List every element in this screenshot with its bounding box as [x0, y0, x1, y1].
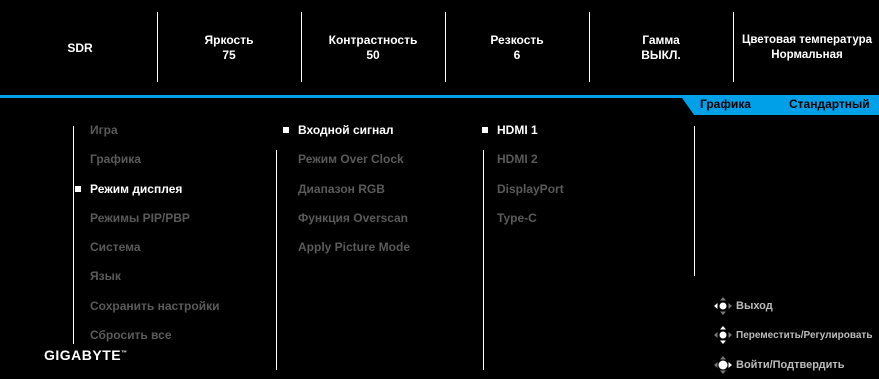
sharpness-status: Резкость 6 [448, 10, 586, 86]
gamma-label: Гамма [642, 33, 680, 47]
submenu-item-overclock[interactable]: Режим Over Clock [298, 151, 410, 180]
section-tab: Графика Стандартный [680, 95, 879, 115]
submenu-item-input-signal[interactable]: Входной сигнал [283, 122, 410, 151]
input-option-hdmi1[interactable]: HDMI 1 [482, 122, 564, 151]
divider [733, 12, 734, 82]
status-bar: SDR Яркость 75 Контрастность 50 Резкость… [0, 0, 879, 96]
column-divider [73, 126, 74, 344]
input-options: HDMI 1 HDMI 2 DisplayPort Type-C [482, 122, 564, 239]
joystick-left-icon [714, 297, 732, 315]
selected-marker [482, 127, 488, 133]
menu-item-label: Режим дисплея [90, 181, 183, 196]
divider [301, 12, 302, 82]
submenu-item-label: Входной сигнал [298, 123, 394, 137]
color-temp-status: Цветовая температура Нормальная [735, 10, 879, 86]
contrast-value: 50 [366, 48, 380, 62]
submenu-item-apply-picture-mode[interactable]: Apply Picture Mode [298, 239, 410, 268]
gigabyte-logo: GIGABYTE™ [44, 347, 128, 363]
hint-exit: Выход [713, 296, 773, 316]
selected-marker [75, 185, 81, 192]
joystick-press-icon [714, 356, 732, 374]
sharpness-value: 6 [513, 48, 521, 62]
joystick-updown-icon [714, 326, 732, 344]
selected-marker [283, 127, 289, 133]
column-divider [483, 150, 484, 370]
menu-item-pip-pbp[interactable]: Режимы PIP/PBP [90, 210, 219, 239]
brightness-value: 75 [222, 48, 236, 62]
input-option-displayport[interactable]: DisplayPort [497, 181, 564, 210]
section-label: Графика [700, 97, 751, 111]
input-option-type-c[interactable]: Type-C [497, 210, 564, 239]
column-divider [276, 150, 277, 370]
hint-move-label: Переместить/Регулировать [736, 329, 873, 341]
hdr-mode-value: SDR [67, 40, 93, 55]
submenu: Входной сигнал Режим Over Clock Диапазон… [283, 122, 410, 268]
menu-item-graphics[interactable]: Графика [90, 151, 219, 180]
menu-item-game[interactable]: Игра [90, 122, 219, 151]
divider [445, 12, 446, 82]
menu-item-save-settings[interactable]: Сохранить настройки [90, 298, 219, 327]
color-temp-value: Нормальная [771, 49, 843, 61]
hint-move: Переместить/Регулировать [713, 325, 872, 345]
main-menu: Игра Графика Режим дисплея Режимы PIP/PB… [75, 122, 219, 356]
contrast-status: Контрастность 50 [304, 10, 442, 86]
color-temp-label: Цветовая температура [741, 34, 872, 46]
input-option-label: HDMI 1 [497, 123, 538, 137]
brightness-status: Яркость 75 [160, 10, 298, 86]
menu-item-display-mode[interactable]: Режим дисплея [75, 181, 219, 210]
contrast-label: Контрастность [328, 33, 418, 47]
menu-item-language[interactable]: Язык [90, 268, 219, 297]
hdr-mode: SDR [30, 10, 130, 86]
menu-item-system[interactable]: Система [90, 239, 219, 268]
preset-label: Стандартный [789, 97, 870, 111]
column-divider [694, 126, 695, 276]
divider [589, 12, 590, 82]
trademark-mark: ™ [121, 350, 128, 357]
input-option-hdmi2[interactable]: HDMI 2 [497, 151, 564, 180]
submenu-item-rgb-range[interactable]: Диапазон RGB [298, 181, 410, 210]
submenu-item-overscan[interactable]: Функция Overscan [298, 210, 410, 239]
hint-enter-label: Войти/Подтвердить [736, 359, 845, 371]
brand-text: GIGABYTE [44, 347, 122, 363]
divider [157, 12, 158, 82]
hint-exit-label: Выход [736, 300, 773, 312]
brightness-label: Яркость [204, 33, 254, 47]
gamma-value: ВЫКЛ. [641, 48, 681, 62]
sharpness-label: Резкость [490, 33, 544, 47]
hint-enter: Войти/Подтвердить [713, 355, 845, 375]
gamma-status: Гамма ВЫКЛ. [592, 10, 730, 86]
